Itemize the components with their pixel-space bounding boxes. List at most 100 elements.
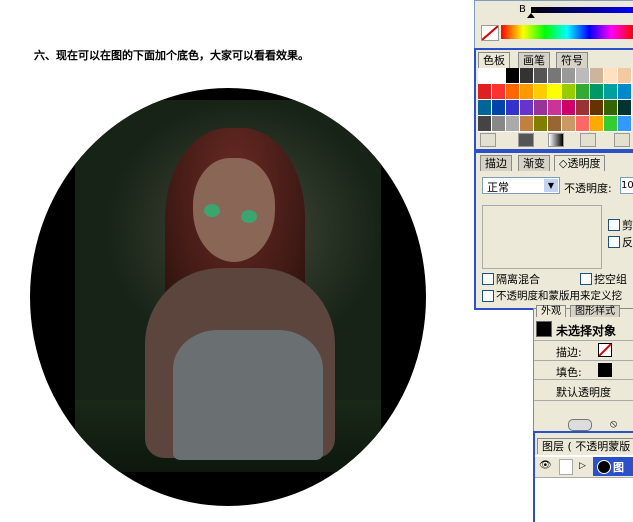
object-thumbnail xyxy=(536,321,552,337)
color-spectrum-bar[interactable] xyxy=(501,25,633,39)
mask-thumbnail[interactable] xyxy=(482,205,602,269)
tab-appearance[interactable]: 外观 xyxy=(536,305,566,317)
blend-mode-value: 正常 xyxy=(487,181,509,194)
swatch-cell[interactable] xyxy=(548,100,562,116)
swatch-cell[interactable] xyxy=(520,116,534,132)
swatch-cell[interactable] xyxy=(506,116,520,132)
swatch-cell[interactable] xyxy=(478,84,492,100)
blend-mode-select[interactable]: 正常 ▼ xyxy=(482,177,560,194)
swatch-cell[interactable] xyxy=(520,84,534,100)
swatch-cell[interactable] xyxy=(478,68,492,84)
swatch-cell[interactable] xyxy=(548,68,562,84)
tab-graphic-styles[interactable]: 图形样式 xyxy=(570,305,620,317)
swatch-cell[interactable] xyxy=(562,100,576,116)
swatch-cell[interactable] xyxy=(492,116,506,132)
tab-brushes[interactable]: 画笔 xyxy=(518,52,550,68)
tab-stroke[interactable]: 描边 xyxy=(480,155,512,171)
transparency-panel: 描边 渐变 ◇透明度 正常 ▼ 不透明度: 10 剪 反 隔离混合 挖空组 不透… xyxy=(476,153,633,308)
swatch-cell[interactable] xyxy=(590,84,604,100)
swatch-cell[interactable] xyxy=(576,68,590,84)
tab-gradient[interactable]: 渐变 xyxy=(518,155,550,171)
knockout-group-checkbox[interactable] xyxy=(580,273,592,285)
swatch-cell[interactable] xyxy=(548,116,562,132)
swatch-cell[interactable] xyxy=(562,68,576,84)
expand-triangle-icon[interactable]: ▷ xyxy=(579,461,586,471)
eye-icon[interactable]: 👁 xyxy=(539,460,552,471)
swatch-cell[interactable] xyxy=(618,100,632,116)
show-color-swatches-button[interactable] xyxy=(518,133,534,147)
new-swatch-button[interactable] xyxy=(614,133,630,147)
swatch-cell[interactable] xyxy=(520,100,534,116)
opacity-input[interactable]: 10 xyxy=(620,177,633,194)
tab-transparency[interactable]: ◇透明度 xyxy=(554,155,606,171)
swatch-cell[interactable] xyxy=(478,116,492,132)
invert-mask-checkbox[interactable] xyxy=(608,236,620,248)
swatch-cell[interactable] xyxy=(590,100,604,116)
layers-panel: 图层 ( 不透明蒙版 👁 ▷ 图层 xyxy=(535,433,633,522)
swatch-cell[interactable] xyxy=(562,84,576,100)
divider xyxy=(534,360,633,361)
swatch-cell[interactable] xyxy=(590,116,604,132)
invert-mask-label: 反 xyxy=(622,236,633,249)
opacity-mask-checkbox[interactable] xyxy=(482,290,494,302)
artwork-ellipse[interactable] xyxy=(30,88,426,506)
swatch-cell[interactable] xyxy=(562,116,576,132)
swatch-cell[interactable] xyxy=(548,84,562,100)
layer-row[interactable]: 👁 ▷ 图层 xyxy=(535,457,633,490)
swatch-cell[interactable] xyxy=(492,100,506,116)
swatch-cell[interactable] xyxy=(492,68,506,84)
clear-appearance-icon[interactable]: ⦸ xyxy=(610,417,617,431)
swatch-library-button[interactable] xyxy=(480,133,496,147)
show-pattern-swatches-button[interactable] xyxy=(580,133,596,147)
swatch-cell[interactable] xyxy=(534,68,548,84)
swatch-cell[interactable] xyxy=(604,116,618,132)
divider xyxy=(534,379,633,380)
appearance-panel: 外观 图形样式 未选择对象 描边: 填色: 默认透明度 ⦸ xyxy=(533,305,633,432)
none-swatch[interactable] xyxy=(481,25,499,41)
layer-name: 图层 xyxy=(613,461,624,490)
isolate-blending-checkbox[interactable] xyxy=(482,273,494,285)
swatch-cell[interactable] xyxy=(534,100,548,116)
swatch-cell[interactable] xyxy=(576,100,590,116)
swatch-cell[interactable] xyxy=(520,68,534,84)
swatch-cell[interactable] xyxy=(576,116,590,132)
opacity-mask-label: 不透明度和蒙版用来定义挖 xyxy=(496,290,622,302)
swatch-cell[interactable] xyxy=(618,84,632,100)
isolate-blending-label: 隔离混合 xyxy=(496,273,540,286)
right-eye xyxy=(241,210,257,223)
divider xyxy=(534,400,633,401)
channel-b-slider[interactable] xyxy=(531,7,633,13)
opacity-label: 不透明度: xyxy=(564,182,612,195)
swatch-cell[interactable] xyxy=(506,68,520,84)
stroke-swatch[interactable] xyxy=(598,343,612,357)
tab-symbols[interactable]: 符号 xyxy=(556,52,588,68)
fill-swatch[interactable] xyxy=(598,363,612,377)
none-slash-icon xyxy=(598,343,612,357)
cloth-shape xyxy=(173,330,323,460)
tab-layers[interactable]: 图层 ( 不透明蒙版 xyxy=(537,438,633,454)
swatch-cell[interactable] xyxy=(604,84,618,100)
swatch-cell[interactable] xyxy=(506,100,520,116)
forest-scene xyxy=(75,100,381,472)
swatch-cell[interactable] xyxy=(618,116,632,132)
swatch-cell[interactable] xyxy=(576,84,590,100)
swatch-cell[interactable] xyxy=(604,100,618,116)
slider-thumb-icon[interactable] xyxy=(527,13,535,18)
new-art-basic-appearance-button[interactable] xyxy=(568,419,592,431)
swatch-cell[interactable] xyxy=(590,68,604,84)
swatch-cell[interactable] xyxy=(506,84,520,100)
tab-swatches[interactable]: 色板 xyxy=(478,52,510,68)
show-gradient-swatches-button[interactable] xyxy=(548,133,564,147)
swatch-cell[interactable] xyxy=(604,68,618,84)
channel-b-label: B xyxy=(519,4,526,15)
lock-toggle[interactable] xyxy=(559,459,573,475)
clip-checkbox[interactable] xyxy=(608,219,620,231)
swatch-cell[interactable] xyxy=(534,84,548,100)
swatches-panel: 色板 画笔 符号 xyxy=(476,50,633,149)
chevron-down-icon[interactable]: ▼ xyxy=(544,179,558,192)
left-eye xyxy=(204,204,220,217)
swatch-cell[interactable] xyxy=(478,100,492,116)
swatch-cell[interactable] xyxy=(534,116,548,132)
swatch-cell[interactable] xyxy=(618,68,632,84)
swatch-cell[interactable] xyxy=(492,84,506,100)
